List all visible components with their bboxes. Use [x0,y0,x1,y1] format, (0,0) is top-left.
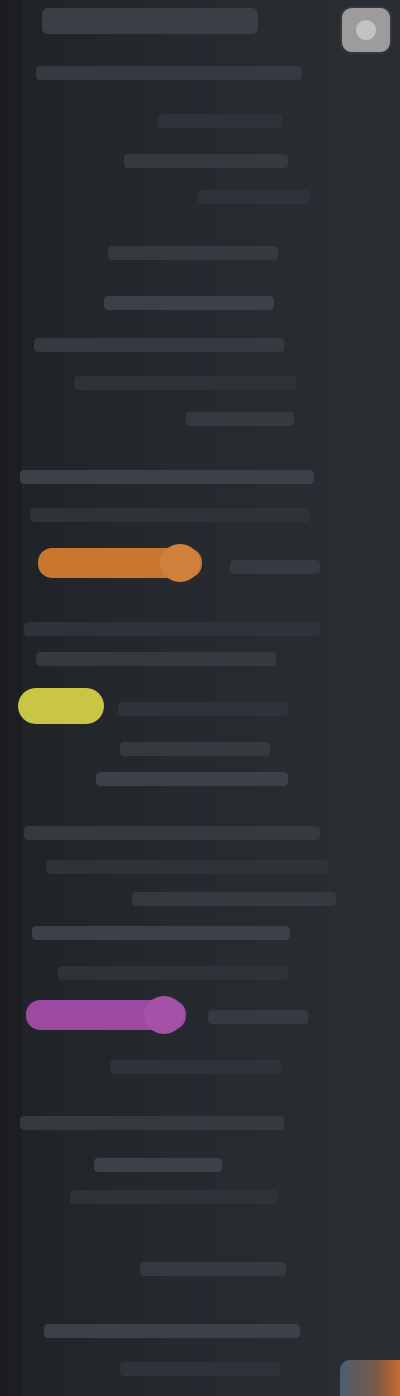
code-line [120,1362,280,1376]
code-line [108,246,278,260]
code-line [198,190,310,204]
highlighted-token-orange [38,544,202,582]
app-badge-icon[interactable] [340,1360,400,1396]
code-line [32,926,290,940]
code-line [140,1262,286,1276]
editor-tab-title[interactable] [42,8,258,34]
code-line [186,412,294,426]
code-line [110,1060,282,1074]
code-line [118,702,288,716]
highlighted-token-yellow [18,688,104,724]
code-line [96,772,288,786]
code-editor [0,0,400,1396]
code-line [36,66,302,80]
code-line [30,508,310,522]
code-line [124,154,288,168]
code-line [132,892,336,906]
code-line [158,114,282,128]
code-line [20,1116,284,1130]
code-line [120,742,270,756]
code-line [230,560,320,574]
code-line [208,1010,308,1024]
code-line [70,1190,278,1204]
code-line [24,622,320,636]
code-line [74,376,296,390]
code-line [44,1324,300,1338]
code-line [36,652,276,666]
code-line [94,1158,222,1172]
code-line [34,338,284,352]
avatar-icon[interactable] [342,8,390,52]
code-line [104,296,274,310]
code-line [58,966,288,980]
code-line [20,470,314,484]
highlighted-token-purple [26,996,186,1034]
code-line [46,860,328,874]
code-line [24,826,320,840]
